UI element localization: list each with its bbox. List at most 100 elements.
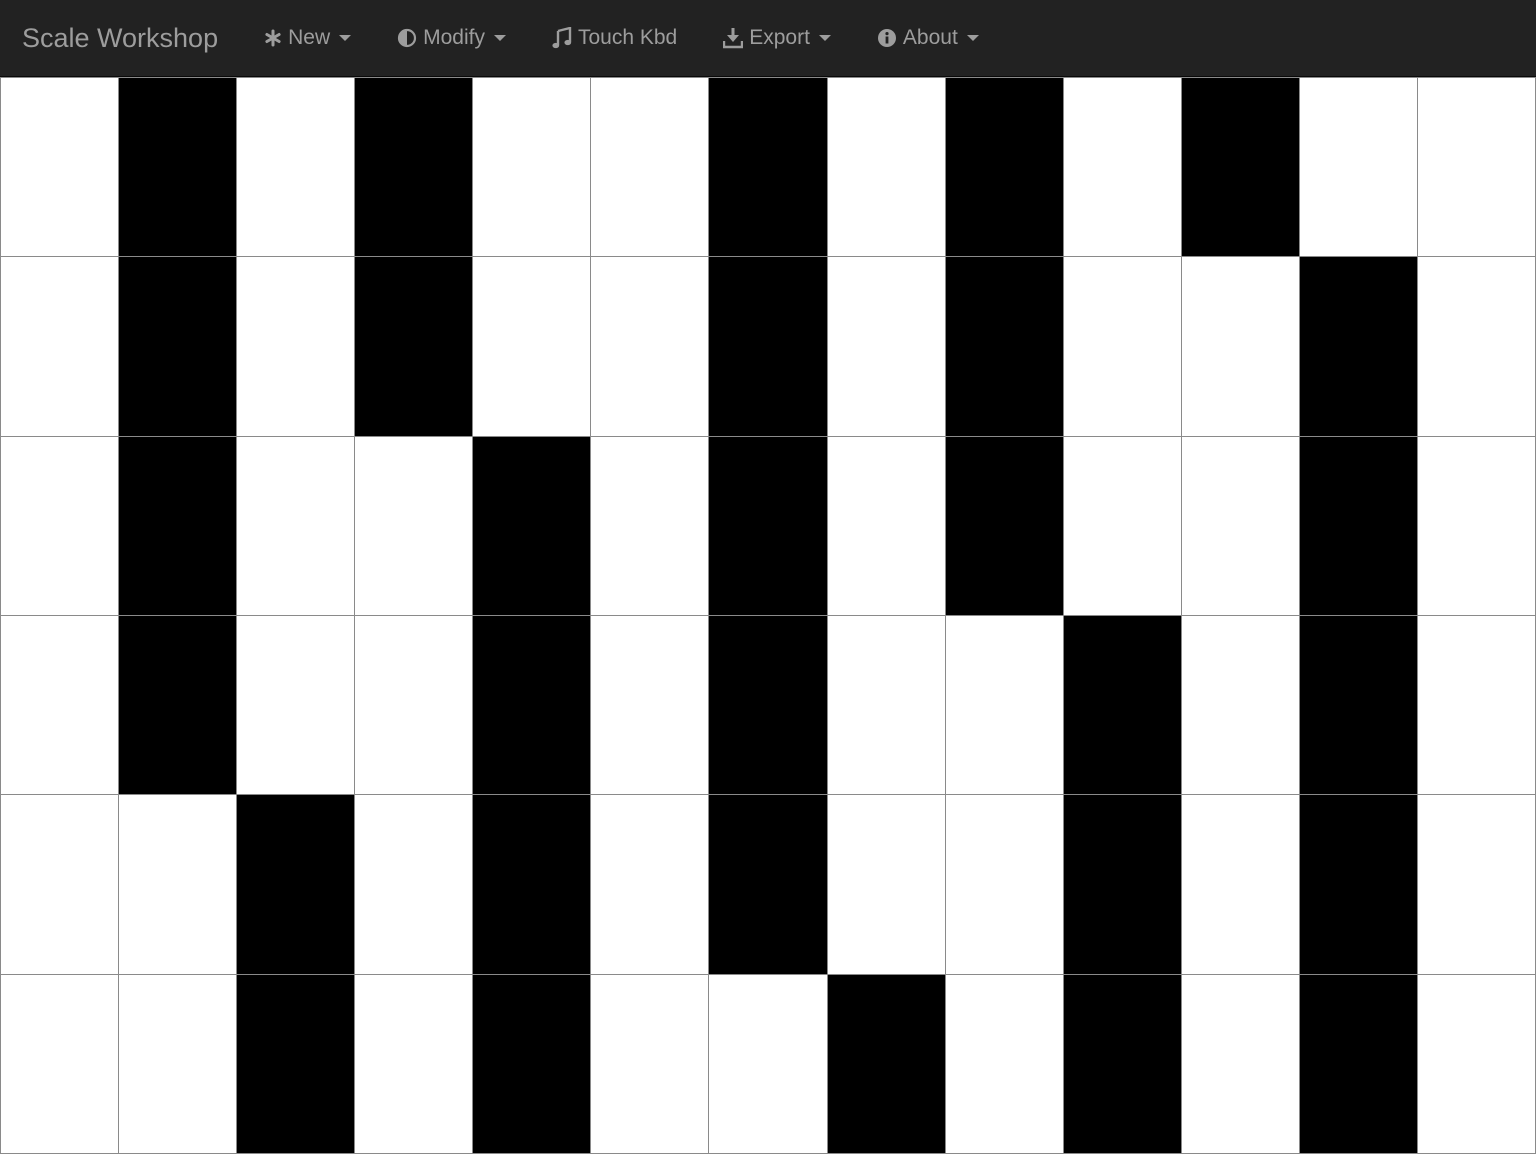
black-key[interactable] bbox=[1299, 257, 1418, 437]
white-key[interactable] bbox=[1, 615, 120, 796]
white-key[interactable] bbox=[237, 78, 356, 258]
white-key[interactable] bbox=[827, 615, 946, 796]
white-key[interactable] bbox=[1181, 795, 1300, 975]
black-key[interactable] bbox=[1181, 78, 1300, 258]
asterisk-icon bbox=[264, 29, 282, 47]
download-icon bbox=[723, 27, 744, 49]
white-key[interactable] bbox=[827, 436, 946, 616]
white-key[interactable] bbox=[237, 257, 356, 437]
white-key[interactable] bbox=[1299, 78, 1418, 258]
black-key[interactable] bbox=[119, 436, 238, 616]
white-key[interactable] bbox=[1181, 257, 1300, 437]
touch-keyboard-link[interactable]: Touch Kbd bbox=[529, 0, 700, 77]
white-key[interactable] bbox=[1417, 795, 1536, 975]
black-key[interactable] bbox=[473, 974, 592, 1154]
black-key[interactable] bbox=[119, 615, 238, 796]
about-menu-label: About bbox=[902, 26, 958, 49]
black-key[interactable] bbox=[237, 795, 356, 975]
white-key[interactable] bbox=[827, 795, 946, 975]
white-key[interactable] bbox=[473, 78, 592, 258]
white-key[interactable] bbox=[591, 974, 710, 1154]
white-key[interactable] bbox=[1417, 436, 1536, 616]
white-key[interactable] bbox=[1063, 78, 1182, 258]
white-key[interactable] bbox=[709, 974, 828, 1154]
black-key[interactable] bbox=[1299, 795, 1418, 975]
black-key[interactable] bbox=[355, 78, 474, 258]
brand-link[interactable]: Scale Workshop bbox=[22, 23, 218, 54]
black-key[interactable] bbox=[1299, 436, 1418, 616]
black-key[interactable] bbox=[1063, 795, 1182, 975]
white-key[interactable] bbox=[1, 436, 120, 616]
export-menu-label: Export bbox=[749, 26, 810, 49]
white-key[interactable] bbox=[237, 436, 356, 616]
white-key[interactable] bbox=[355, 615, 474, 796]
white-key[interactable] bbox=[591, 436, 710, 616]
white-key[interactable] bbox=[591, 795, 710, 975]
white-key[interactable] bbox=[1063, 257, 1182, 437]
black-key[interactable] bbox=[119, 78, 238, 258]
black-key[interactable] bbox=[945, 436, 1064, 616]
white-key[interactable] bbox=[1, 78, 120, 258]
white-key[interactable] bbox=[473, 257, 592, 437]
white-key[interactable] bbox=[945, 795, 1064, 975]
white-key[interactable] bbox=[945, 615, 1064, 796]
about-menu[interactable]: About bbox=[854, 0, 1002, 77]
black-key[interactable] bbox=[355, 257, 474, 437]
black-key[interactable] bbox=[237, 974, 356, 1154]
export-menu[interactable]: Export bbox=[700, 0, 854, 77]
white-key[interactable] bbox=[119, 795, 238, 975]
black-key[interactable] bbox=[827, 974, 946, 1154]
adjust-icon bbox=[397, 28, 417, 48]
white-key[interactable] bbox=[1, 795, 120, 975]
white-key[interactable] bbox=[1063, 436, 1182, 616]
white-key[interactable] bbox=[1181, 436, 1300, 616]
black-key[interactable] bbox=[709, 257, 828, 437]
black-key[interactable] bbox=[1299, 974, 1418, 1154]
white-key[interactable] bbox=[827, 78, 946, 258]
new-menu[interactable]: New bbox=[241, 0, 374, 77]
black-key[interactable] bbox=[709, 795, 828, 975]
white-key[interactable] bbox=[355, 795, 474, 975]
touch-keyboard-label: Touch Kbd bbox=[577, 26, 678, 49]
modify-menu-label: Modify bbox=[423, 26, 485, 49]
white-key[interactable] bbox=[355, 974, 474, 1154]
navbar: Scale Workshop New Modify Touch Kbd Expo… bbox=[0, 0, 1536, 77]
white-key[interactable] bbox=[945, 974, 1064, 1154]
white-key[interactable] bbox=[1417, 615, 1536, 796]
music-note-icon bbox=[552, 27, 572, 49]
white-key[interactable] bbox=[1, 974, 120, 1154]
white-key[interactable] bbox=[591, 257, 710, 437]
white-key[interactable] bbox=[1417, 78, 1536, 258]
black-key[interactable] bbox=[709, 436, 828, 616]
black-key[interactable] bbox=[709, 78, 828, 258]
white-key[interactable] bbox=[1417, 974, 1536, 1154]
info-circle-icon bbox=[877, 28, 897, 48]
modify-menu[interactable]: Modify bbox=[374, 0, 529, 77]
caret-down-icon bbox=[966, 35, 979, 41]
caret-down-icon bbox=[339, 35, 352, 41]
white-key[interactable] bbox=[237, 615, 356, 796]
black-key[interactable] bbox=[473, 436, 592, 616]
caret-down-icon bbox=[493, 35, 506, 41]
white-key[interactable] bbox=[1181, 974, 1300, 1154]
black-key[interactable] bbox=[1299, 615, 1418, 796]
black-key[interactable] bbox=[473, 615, 592, 796]
caret-down-icon bbox=[818, 35, 831, 41]
new-menu-label: New bbox=[288, 26, 331, 49]
white-key[interactable] bbox=[827, 257, 946, 437]
black-key[interactable] bbox=[945, 78, 1064, 258]
white-key[interactable] bbox=[1417, 257, 1536, 437]
white-key[interactable] bbox=[1181, 615, 1300, 796]
touch-keyboard-grid bbox=[0, 77, 1536, 1154]
white-key[interactable] bbox=[1, 257, 120, 437]
black-key[interactable] bbox=[119, 257, 238, 437]
black-key[interactable] bbox=[1063, 615, 1182, 796]
white-key[interactable] bbox=[591, 615, 710, 796]
white-key[interactable] bbox=[355, 436, 474, 616]
black-key[interactable] bbox=[709, 615, 828, 796]
black-key[interactable] bbox=[945, 257, 1064, 437]
black-key[interactable] bbox=[473, 795, 592, 975]
black-key[interactable] bbox=[1063, 974, 1182, 1154]
white-key[interactable] bbox=[591, 78, 710, 258]
white-key[interactable] bbox=[119, 974, 238, 1154]
